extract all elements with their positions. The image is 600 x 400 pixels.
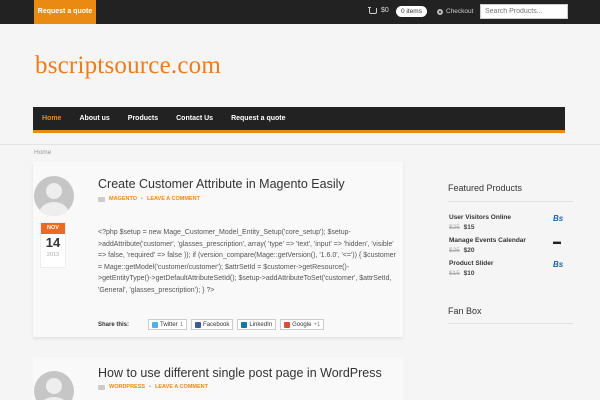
nav-home[interactable]: Home	[33, 107, 70, 130]
google-count: +1	[313, 321, 321, 328]
breadcrumb[interactable]: Home	[34, 149, 51, 156]
post-excerpt: <?php $setup = new Mage_Customer_Model_E…	[98, 229, 396, 294]
gear-icon	[437, 8, 443, 15]
meta-separator: ▪	[141, 196, 143, 202]
share-twitter-button[interactable]: Twitter 1	[148, 319, 188, 330]
featured-products-title: Featured Products	[448, 183, 573, 202]
cart-summary[interactable]: $0	[368, 6, 389, 14]
top-bar: Request a quote $0 0 items Checkout	[0, 0, 600, 24]
linkedin-label: LinkedIn	[249, 321, 273, 328]
share-label: Share this:	[98, 321, 130, 328]
linkedin-icon	[241, 321, 248, 328]
product-prices: $15 $10	[449, 270, 475, 277]
twitter-icon	[152, 321, 159, 328]
divider	[0, 144, 600, 145]
share-bar: Share this: Twitter 1 Facebook LinkedIn …	[98, 319, 325, 330]
post-title[interactable]: How to use different single post page in…	[98, 366, 382, 380]
post-category[interactable]: WORDPRESS	[109, 384, 145, 390]
post-date: NOV 14 2013	[40, 222, 66, 268]
product-name[interactable]: Manage Events Calendar	[449, 237, 526, 244]
twitter-label: Twitter	[160, 321, 178, 328]
price: $20	[463, 247, 475, 254]
cart-icon	[368, 6, 377, 14]
product-name[interactable]: Product Slider	[449, 260, 493, 267]
date-year: 2013	[46, 252, 60, 258]
post-meta: WORDPRESS ▪ LEAVE A COMMENT	[98, 384, 208, 390]
product-prices: $25 $15	[449, 224, 475, 231]
folder-icon	[98, 196, 105, 202]
twitter-count: 1	[179, 321, 184, 328]
fan-box-title: Fan Box	[448, 306, 573, 324]
search-input[interactable]	[480, 4, 568, 19]
google-label: Google	[292, 321, 312, 328]
meta-separator: ▪	[149, 384, 152, 390]
author-avatar	[34, 176, 74, 216]
product-item[interactable]: Manage Events Calendar $25 $20 ▬	[448, 237, 573, 260]
date-month: NOV	[41, 223, 65, 234]
post-card: Create Customer Attribute in Magento Eas…	[33, 162, 403, 337]
post-category[interactable]: MAGENTO	[109, 196, 137, 202]
share-facebook-button[interactable]: Facebook	[191, 319, 234, 330]
checkout-link[interactable]: Checkout	[437, 8, 473, 15]
post-card: How to use different single post page in…	[33, 357, 403, 400]
product-item[interactable]: User Visitors Online $25 $15 Bs	[448, 214, 573, 237]
product-name[interactable]: User Visitors Online	[449, 214, 511, 221]
product-prices: $25 $20	[449, 247, 475, 254]
old-price: $15	[449, 270, 460, 277]
product-item[interactable]: Product Slider $15 $10 Bs	[448, 260, 573, 283]
post-meta: MAGENTO ▪ LEAVE A COMMENT	[98, 196, 200, 202]
main-nav: Home About us Products Contact Us Reques…	[33, 107, 565, 133]
facebook-icon	[195, 321, 202, 328]
nav-products[interactable]: Products	[119, 107, 167, 130]
folder-icon	[98, 384, 105, 390]
product-thumbnail[interactable]: Bs	[553, 260, 567, 274]
cart-items-badge[interactable]: 0 items	[396, 6, 427, 17]
facebook-label: Facebook	[203, 321, 230, 328]
product-thumbnail[interactable]: Bs	[553, 214, 567, 228]
request-quote-button[interactable]: Request a quote	[34, 0, 96, 24]
product-thumbnail[interactable]: ▬	[553, 237, 567, 251]
share-google-button[interactable]: Google +1	[280, 319, 325, 330]
price: $10	[463, 270, 475, 277]
price: $15	[463, 224, 475, 231]
share-linkedin-button[interactable]: LinkedIn	[237, 319, 277, 330]
leave-comment-link[interactable]: LEAVE A COMMENT	[155, 384, 208, 390]
sidebar: Featured Products User Visitors Online $…	[448, 183, 573, 324]
checkout-label: Checkout	[446, 8, 474, 15]
author-avatar	[34, 371, 74, 400]
featured-products-list: User Visitors Online $25 $15 Bs Manage E…	[448, 202, 573, 283]
nav-contact-us[interactable]: Contact Us	[167, 107, 222, 130]
leave-comment-link[interactable]: LEAVE A COMMENT	[147, 196, 200, 202]
date-day: 14	[45, 235, 61, 250]
nav-about-us[interactable]: About us	[70, 107, 118, 130]
old-price: $25	[449, 247, 460, 254]
nav-request-quote[interactable]: Request a quote	[222, 107, 294, 130]
site-logo[interactable]: bscriptsource.com	[35, 52, 221, 80]
google-icon	[284, 321, 291, 328]
cart-amount: $0	[381, 7, 389, 14]
old-price: $25	[449, 224, 460, 231]
post-title[interactable]: Create Customer Attribute in Magento Eas…	[98, 177, 345, 191]
